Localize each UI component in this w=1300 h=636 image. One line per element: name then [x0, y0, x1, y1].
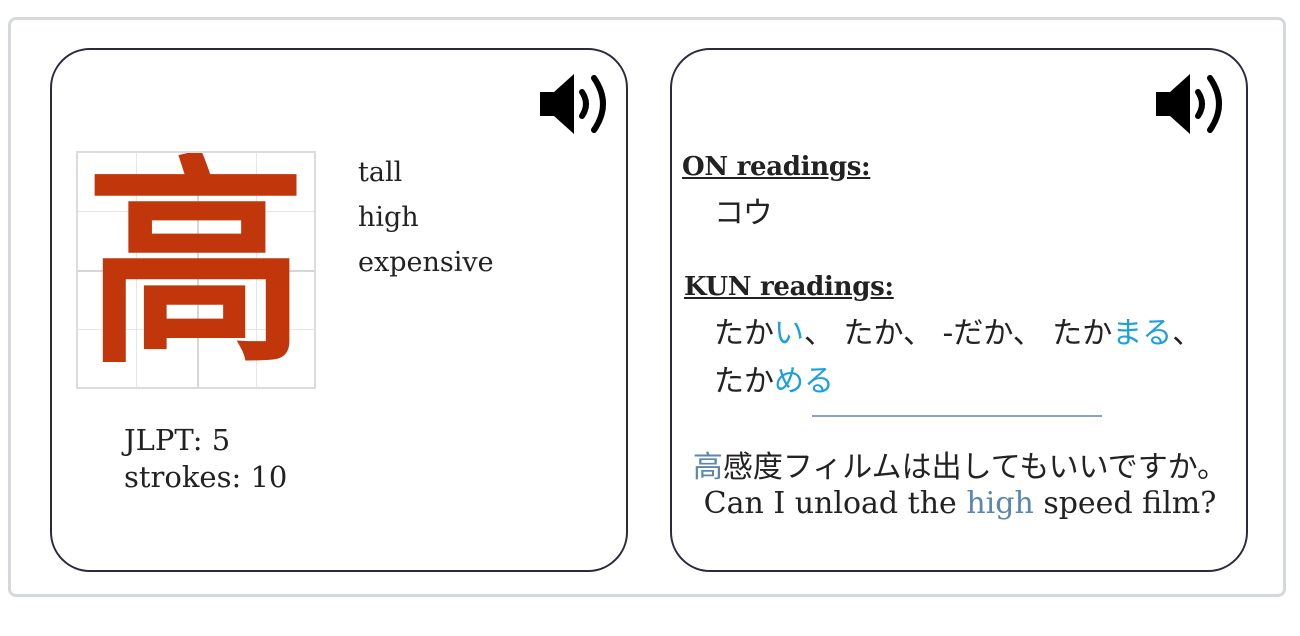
speaker-icon[interactable]	[1152, 68, 1230, 140]
kanji-readings-card[interactable]: ON readings: コウ KUN readings: たかい、 たか、 -…	[670, 48, 1248, 572]
example-sentence-en: Can I unload the high speed film?	[672, 486, 1248, 521]
example-text: Can I unload the	[703, 486, 967, 521]
kanji-display: 高	[76, 151, 316, 389]
okurigana: める	[774, 364, 834, 399]
speaker-icon[interactable]	[536, 68, 614, 140]
kun-readings-line: たかい、 たか、 -だか、 たかまる、	[714, 308, 1202, 352]
example-sentence-jp: 高感度フィルムは出してもいいですか。	[672, 442, 1248, 486]
separator: 、	[1012, 316, 1053, 351]
separator: 、	[1172, 316, 1203, 351]
stroke-count: strokes: 10	[124, 460, 288, 494]
separator: 、	[804, 316, 844, 351]
example-highlight: high	[966, 486, 1034, 521]
kanji-character: 高	[85, 151, 307, 389]
on-reading: コウ	[714, 196, 773, 231]
jlpt-level: JLPT: 5	[124, 423, 231, 457]
kun-reading-stem: たか	[714, 364, 774, 399]
kanji-stats: JLPT: 5 strokes: 10	[124, 422, 287, 496]
meaning-item: expensive	[358, 247, 494, 278]
kun-reading: たか	[843, 316, 903, 351]
kun-readings-title: KUN readings:	[684, 272, 894, 302]
kun-reading: -だか	[942, 316, 1013, 351]
kun-reading-stem: たか	[1052, 316, 1113, 351]
on-readings-title: ON readings:	[682, 152, 871, 182]
example-text: speed film?	[1033, 486, 1217, 521]
example-highlight: 高	[692, 450, 723, 485]
example-text: 感度フィルムは出してもいいですか。	[722, 450, 1228, 485]
okurigana: まる	[1112, 316, 1173, 351]
separator: 、	[902, 316, 943, 351]
kanji-front-card[interactable]: 高 tall high expensive JLPT: 5 strokes: 1…	[50, 48, 628, 572]
meaning-item: tall	[358, 157, 403, 188]
meanings-list: tall high expensive	[358, 150, 494, 285]
okurigana: い	[774, 316, 804, 351]
meaning-item: high	[358, 202, 419, 233]
kun-readings-line: たかめる	[714, 356, 834, 400]
kun-reading-stem: たか	[714, 316, 774, 351]
divider	[812, 415, 1102, 417]
